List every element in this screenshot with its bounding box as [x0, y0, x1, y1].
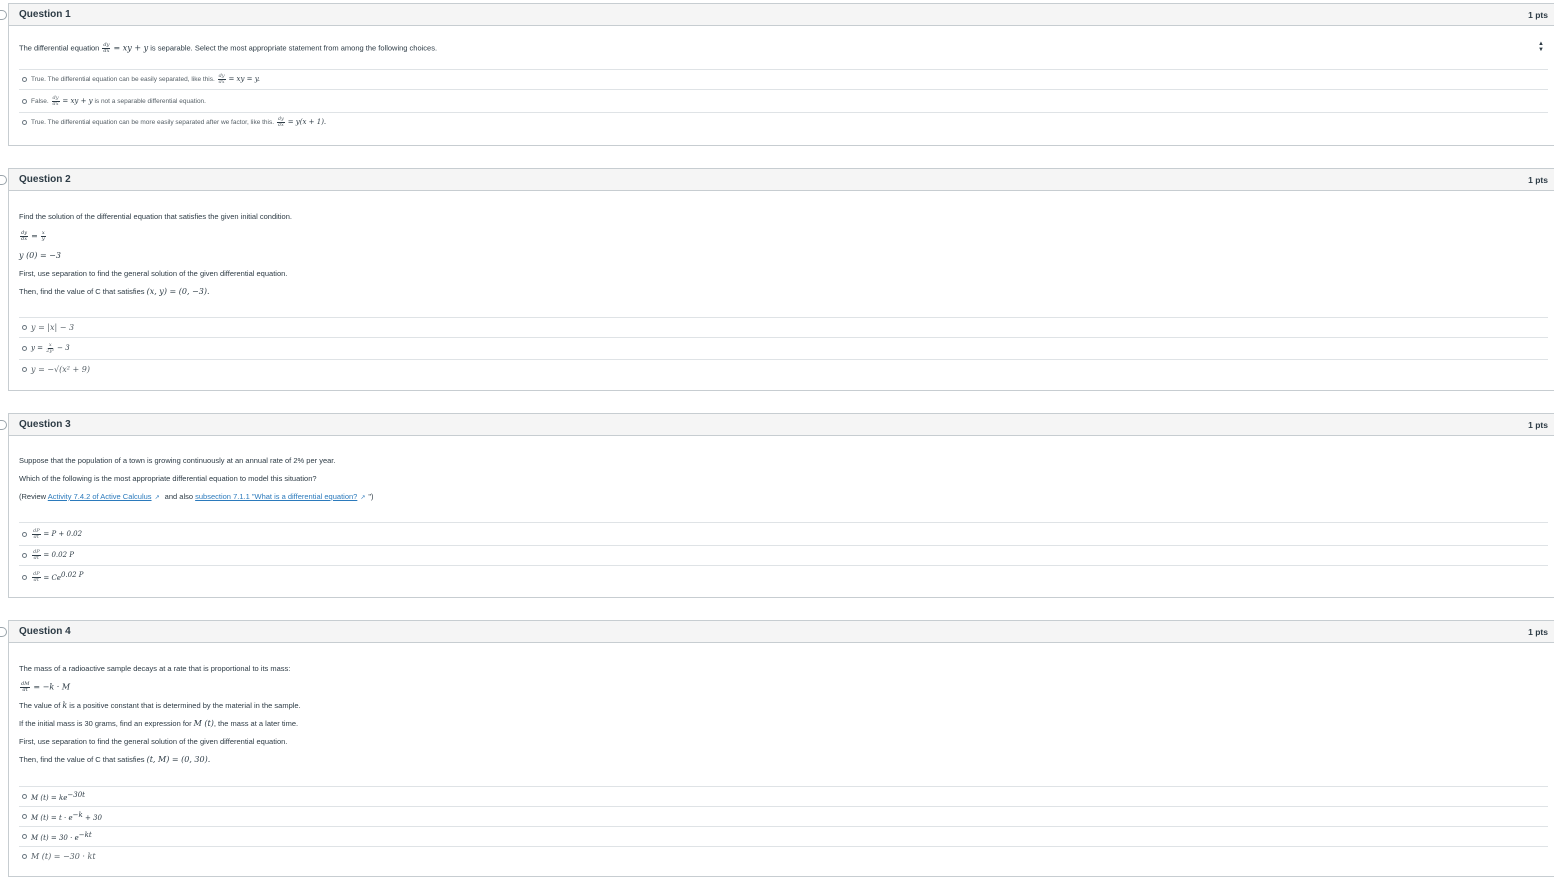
subsection-link[interactable]: subsection 7.1.1 "What is a differential…	[195, 492, 357, 501]
initial-condition: y (0) = −3	[19, 251, 61, 260]
answer-option[interactable]: dP dt = 0.02 P	[19, 545, 1548, 565]
question-4: Question 4 1 pts The mass of a radioacti…	[0, 620, 1554, 877]
question-text: The mass of a radioactive sample decays …	[19, 664, 291, 673]
question-header: Question 3 1 pts	[9, 414, 1554, 436]
equation: dy dx = xy	[20, 230, 46, 242]
radio-button[interactable]	[22, 98, 27, 104]
question-text: If the initial mass is 30 grams, find an…	[19, 719, 299, 728]
stepper-icon[interactable]: ▲ ▼	[1536, 40, 1546, 54]
answer-option[interactable]: False. dy dx = xy + y is not a separable …	[19, 89, 1548, 112]
question-flag-icon[interactable]	[0, 627, 7, 637]
answer-list: True. The differential equation can be e…	[19, 69, 1548, 132]
question-text: The differential equation dy dx = xy + y …	[19, 42, 438, 54]
question-text: First, use separation to find the genera…	[19, 269, 288, 278]
answer-list: dP dt = P + 0.02 dP dt = 0.02 P dP dt = Ce0…	[19, 522, 1548, 588]
external-link-icon: ↗	[360, 495, 366, 501]
answer-option[interactable]: y = x 2y² − 3	[19, 337, 1548, 359]
answer-option[interactable]: M (t) = 30 · e−kt	[19, 826, 1548, 846]
question-title: Question 1	[19, 9, 71, 20]
question-flag-icon[interactable]	[0, 10, 7, 20]
question-3: Question 3 1 pts Suppose that the popula…	[0, 413, 1554, 598]
question-text: Suppose that the population of a town is…	[19, 456, 336, 465]
external-link-icon: ↗	[154, 495, 160, 501]
radio-button[interactable]	[22, 794, 27, 799]
answer-option[interactable]: dP dt = P + 0.02	[19, 522, 1548, 545]
radio-button[interactable]	[22, 531, 27, 537]
question-text: Then, find the value of C that satisfies…	[19, 755, 211, 764]
answer-option[interactable]: M (t) = ke−30t	[19, 786, 1548, 806]
equation: dM dt = −k · M	[20, 681, 71, 693]
question-points: 1 pts	[1528, 174, 1548, 185]
radio-button[interactable]	[22, 834, 27, 839]
radio-button[interactable]	[22, 814, 27, 819]
question-2: Question 2 1 pts Find the solution of th…	[0, 168, 1554, 391]
review-text: (Review Activity 7.4.2 of Active Calculu…	[19, 492, 374, 501]
answer-option[interactable]: M (t) = t · e−k + 30	[19, 806, 1548, 826]
question-header: Question 2 1 pts	[9, 169, 1554, 191]
radio-button[interactable]	[22, 77, 27, 82]
question-text: Then, find the value of C that satisfies…	[19, 287, 210, 296]
question-flag-icon[interactable]	[0, 175, 7, 185]
answer-option[interactable]: y = |x| − 3	[19, 317, 1548, 337]
question-header: Question 4 1 pts	[9, 621, 1554, 643]
activity-link[interactable]: Activity 7.4.2 of Active Calculus	[48, 492, 152, 501]
radio-button[interactable]	[22, 553, 27, 558]
question-points: 1 pts	[1528, 419, 1548, 430]
radio-button[interactable]	[22, 325, 27, 330]
answer-option[interactable]: dP dt = Ce0.02 P	[19, 565, 1548, 588]
answer-list: y = |x| − 3 y = x 2y² − 3 y = −√(x² + 9)	[19, 317, 1548, 379]
answer-option[interactable]: y = −√(x² + 9)	[19, 359, 1548, 379]
question-points: 1 pts	[1528, 9, 1548, 20]
radio-button[interactable]	[22, 854, 27, 859]
radio-button[interactable]	[22, 120, 27, 125]
answer-option[interactable]: M (t) = −30 · kt	[19, 846, 1548, 866]
question-text: Which of the following is the most appro…	[19, 474, 317, 483]
question-title: Question 4	[19, 626, 71, 637]
question-text: First, use separation to find the genera…	[19, 737, 288, 746]
answer-option[interactable]: True. The differential equation can be e…	[19, 69, 1548, 89]
answer-option[interactable]: True. The differential equation can be m…	[19, 112, 1548, 132]
radio-button[interactable]	[22, 574, 27, 580]
radio-button[interactable]	[22, 367, 27, 372]
answer-list: M (t) = ke−30t M (t) = t · e−k + 30 M (t…	[19, 786, 1548, 866]
question-text: The value of k is a positive constant th…	[19, 701, 301, 710]
radio-button[interactable]	[22, 346, 27, 351]
question-title: Question 3	[19, 419, 71, 430]
question-title: Question 2	[19, 174, 71, 185]
fraction: dy dx	[102, 42, 111, 54]
question-header: Question 1 1 pts	[9, 4, 1554, 26]
question-1: Question 1 1 pts The differential equati…	[0, 3, 1554, 146]
question-points: 1 pts	[1528, 626, 1548, 637]
question-text: Find the solution of the differential eq…	[19, 212, 292, 221]
question-flag-icon[interactable]	[0, 420, 7, 430]
